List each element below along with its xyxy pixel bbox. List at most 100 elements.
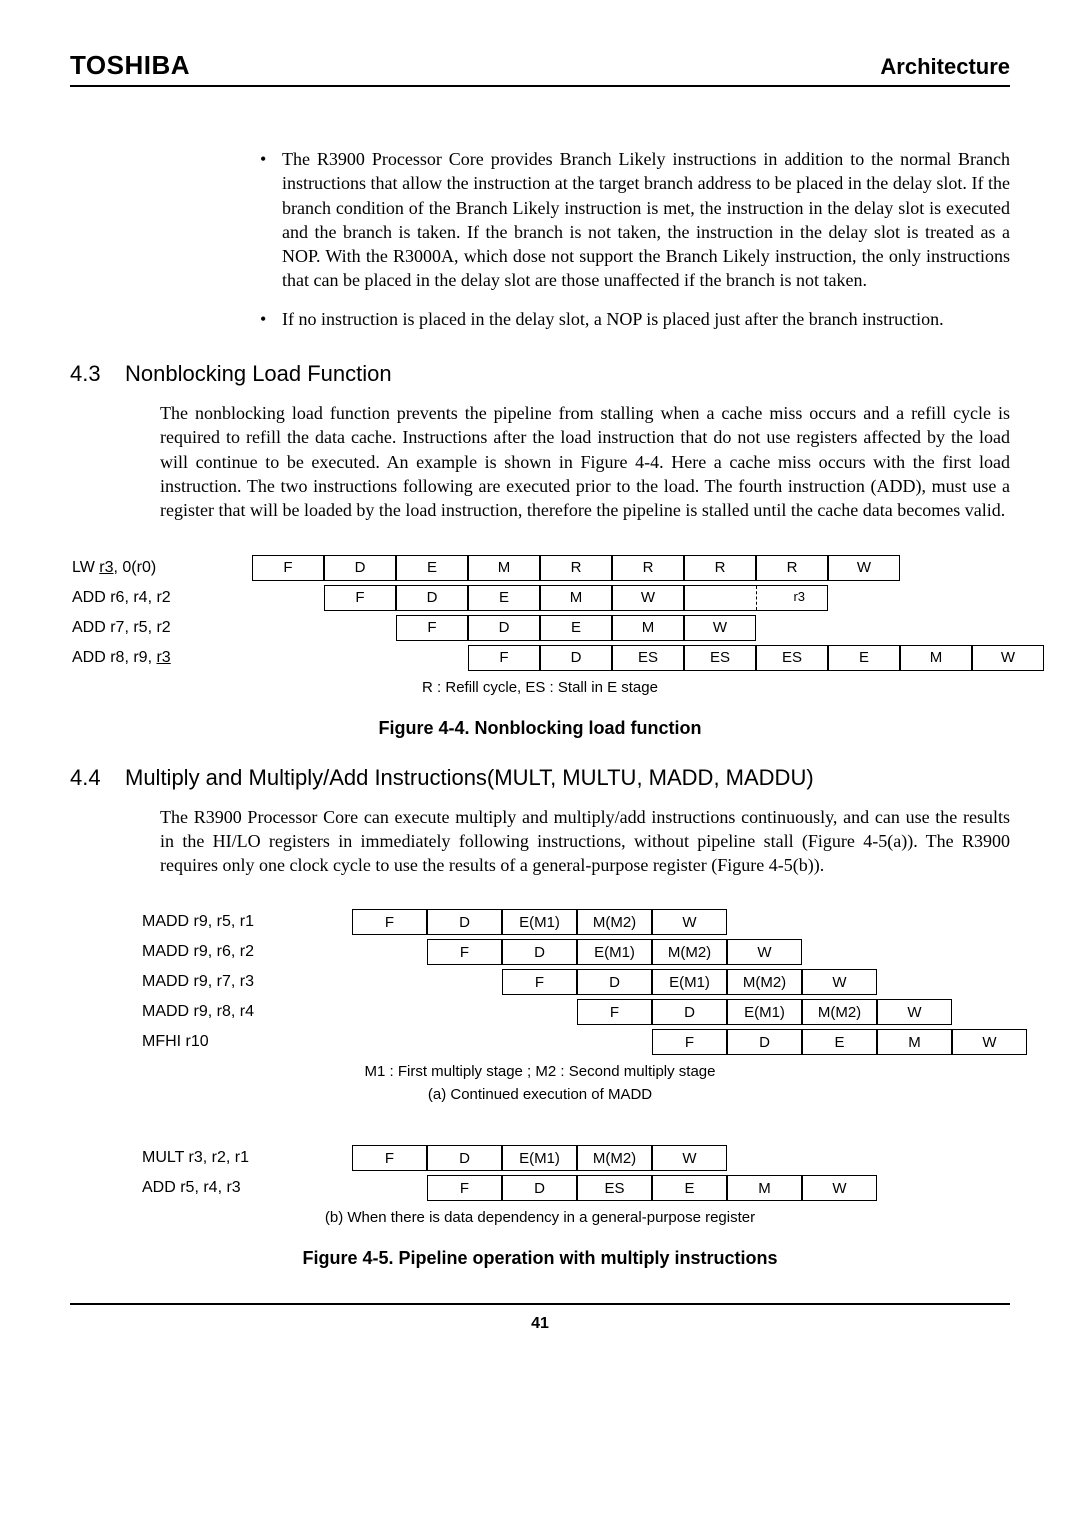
pipe-cell: ES <box>756 645 828 671</box>
pipe-spacer <box>427 1029 502 1055</box>
page-number: 41 <box>70 1315 1010 1333</box>
footer-rule <box>70 1303 1010 1305</box>
section-title: Architecture <box>880 54 1010 80</box>
bullet-item: The R3900 Processor Core provides Branch… <box>260 147 1010 293</box>
pipe-cell: D <box>502 1175 577 1201</box>
bullet-list: The R3900 Processor Core provides Branch… <box>260 147 1010 331</box>
instr-label: MFHI r10 <box>140 1033 352 1051</box>
pipe-cell: F <box>252 555 324 581</box>
pipe-cell: D <box>324 555 396 581</box>
instr-label: ADD r5, r4, r3 <box>140 1179 352 1197</box>
instr-label: ADD r8, r9, r3 <box>70 649 252 667</box>
section-heading: 4.3 Nonblocking Load Function <box>70 361 1010 387</box>
instr-label: MADD r9, r7, r3 <box>140 973 352 991</box>
pipe-cell: M(M2) <box>652 939 727 965</box>
figure-note: M1 : First multiply stage ; M2 : Second … <box>70 1063 1010 1080</box>
pipe-cell: D <box>427 909 502 935</box>
pipe-cell: W <box>877 999 952 1025</box>
pipe-cell: M <box>612 615 684 641</box>
pipe-cell: E <box>396 555 468 581</box>
pipe-cell: M(M2) <box>727 969 802 995</box>
section-number: 4.3 <box>70 361 125 387</box>
pipe-cell: F <box>652 1029 727 1055</box>
pipe-cell: W <box>727 939 802 965</box>
pipe-cell: R <box>756 555 828 581</box>
pipeline-figure-4-4: LW r3, 0(r0) F D E M R R R R W ADD r6, r… <box>70 553 1010 673</box>
pipe-cell: ES <box>612 645 684 671</box>
pipe-cell: M <box>877 1029 952 1055</box>
dashed-divider <box>756 586 757 610</box>
pipe-spacer <box>427 969 502 995</box>
pipe-spacer <box>252 615 324 641</box>
pipe-cell: D <box>652 999 727 1025</box>
pipe-cell: D <box>540 645 612 671</box>
pipe-spacer <box>502 999 577 1025</box>
pipe-cell: F <box>468 645 540 671</box>
pipe-spacer <box>396 645 468 671</box>
pipe-cell: M(M2) <box>577 909 652 935</box>
pipe-spacer <box>502 1029 577 1055</box>
pipe-cell: W <box>684 615 756 641</box>
pipe-cell: W <box>652 909 727 935</box>
pipe-cell-merged: r3 <box>684 585 828 611</box>
instr-label: MADD r9, r6, r2 <box>140 943 352 961</box>
pipe-cell: ES <box>684 645 756 671</box>
pipe-cell: M <box>900 645 972 671</box>
pipe-cell: F <box>577 999 652 1025</box>
pipeline-figure-4-5a: MADD r9, r5, r1 F D E(M1) M(M2) W MADD r… <box>140 907 1010 1057</box>
pipe-spacer <box>352 999 427 1025</box>
pipe-cell: D <box>427 1145 502 1171</box>
pipe-cell: R <box>612 555 684 581</box>
pipe-cell: E <box>802 1029 877 1055</box>
pipe-spacer <box>252 645 324 671</box>
pipe-cell: F <box>352 909 427 935</box>
pipe-spacer <box>577 1029 652 1055</box>
figure-caption: Figure 4-5. Pipeline operation with mult… <box>70 1248 1010 1269</box>
pipe-cell: F <box>502 969 577 995</box>
pipe-cell: D <box>502 939 577 965</box>
bullet-item: If no instruction is placed in the delay… <box>260 307 1010 331</box>
instr-label: MULT r3, r2, r1 <box>140 1149 352 1167</box>
pipe-cell: W <box>612 585 684 611</box>
pipe-cell: E <box>828 645 900 671</box>
pipe-cell: E <box>468 585 540 611</box>
pipe-cell: R <box>540 555 612 581</box>
pipe-cell: E(M1) <box>652 969 727 995</box>
pipeline-figure-4-5b: MULT r3, r2, r1 F D E(M1) M(M2) W ADD r5… <box>140 1143 1010 1203</box>
pipe-cell: ES <box>577 1175 652 1201</box>
pipe-cell: M <box>468 555 540 581</box>
pipe-cell: W <box>802 1175 877 1201</box>
pipe-spacer <box>324 615 396 641</box>
pipe-cell: F <box>427 939 502 965</box>
section-body: The R3900 Processor Core can execute mul… <box>160 805 1010 878</box>
instr-label: LW r3, 0(r0) <box>70 559 252 577</box>
pipe-cell: R <box>684 555 756 581</box>
pipe-cell: W <box>952 1029 1027 1055</box>
pipe-cell: E(M1) <box>727 999 802 1025</box>
pipe-cell: D <box>468 615 540 641</box>
pipe-spacer <box>324 645 396 671</box>
pipe-spacer <box>252 585 324 611</box>
pipe-spacer <box>352 939 427 965</box>
section-title-text: Multiply and Multiply/Add Instructions(M… <box>125 765 814 791</box>
pipe-cell: E(M1) <box>577 939 652 965</box>
pipe-cell: M <box>727 1175 802 1201</box>
pipe-cell: D <box>396 585 468 611</box>
pipe-spacer <box>352 1029 427 1055</box>
section-number: 4.4 <box>70 765 125 791</box>
pipe-cell: W <box>802 969 877 995</box>
annotation-r3: r3 <box>793 589 805 604</box>
pipe-cell: M(M2) <box>577 1145 652 1171</box>
brand-logo: TOSHIBA <box>70 50 190 81</box>
pipe-cell: F <box>427 1175 502 1201</box>
pipe-cell: W <box>828 555 900 581</box>
pipe-cell: F <box>324 585 396 611</box>
pipe-spacer <box>352 969 427 995</box>
pipe-cell: E(M1) <box>502 1145 577 1171</box>
section-heading: 4.4 Multiply and Multiply/Add Instructio… <box>70 765 1010 791</box>
instr-label: ADD r7, r5, r2 <box>70 619 252 637</box>
pipe-cell: E <box>540 615 612 641</box>
instr-label: MADD r9, r5, r1 <box>140 913 352 931</box>
instr-label: ADD r6, r4, r2 <box>70 589 252 607</box>
figure-subcaption: (b) When there is data dependency in a g… <box>70 1209 1010 1226</box>
